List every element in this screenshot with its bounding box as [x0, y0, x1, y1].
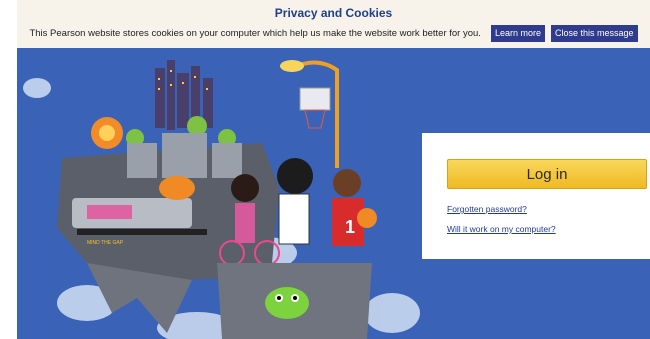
learn-more-button[interactable]: Learn more [490, 25, 545, 42]
cloud [364, 293, 420, 333]
close-message-button[interactable]: Close this message [550, 25, 638, 42]
shirt-number: 1 [345, 217, 355, 237]
octopus [265, 287, 309, 319]
login-card: Log in Forgotten password? Will it work … [422, 133, 650, 259]
cloud [23, 78, 51, 98]
banner-row: This Pearson website stores cookies on y… [17, 25, 650, 42]
login-button[interactable]: Log in [447, 159, 647, 189]
forgotten-password-link[interactable]: Forgotten password? [447, 204, 527, 214]
banner-title: Privacy and Cookies [274, 6, 393, 20]
mind-the-gap-sign: MIND THE GAP [87, 240, 124, 246]
basketball [357, 208, 377, 228]
cookie-banner: Privacy and Cookies This Pearson website… [17, 0, 650, 48]
compatibility-link[interactable]: Will it work on my computer? [447, 224, 556, 234]
hero-illustration-area: MIND THE GAP 1 Log in Forgotten password… [17, 48, 650, 339]
banner-message: This Pearson website stores cookies on y… [29, 28, 481, 39]
